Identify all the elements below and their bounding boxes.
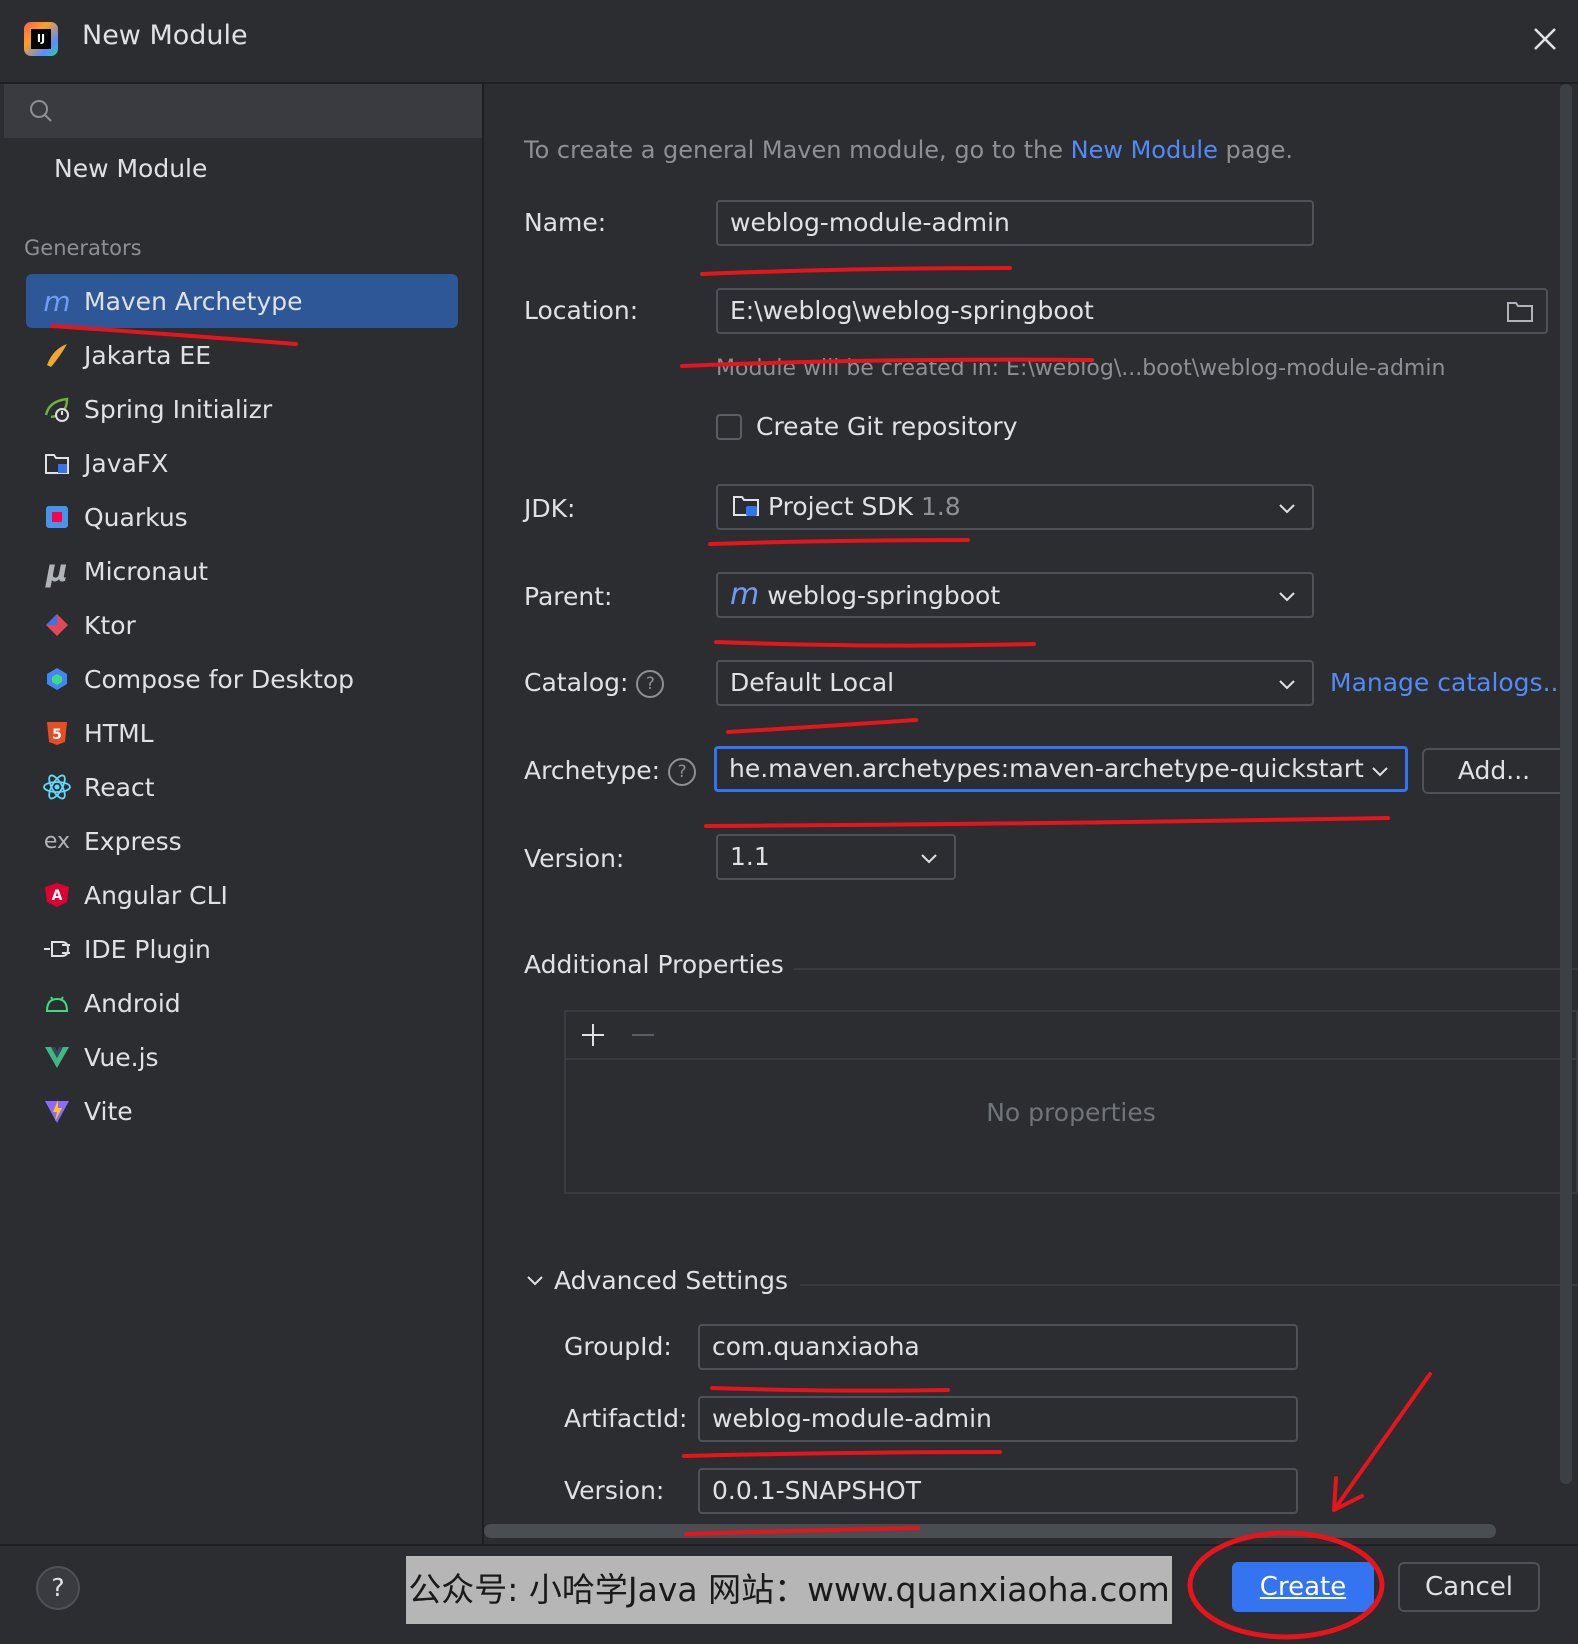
- sidebar-item-html[interactable]: 5 HTML: [26, 706, 458, 760]
- android-icon: [42, 988, 72, 1018]
- search-icon: [30, 100, 52, 122]
- module-form: To create a general Maven module, go to …: [484, 84, 1578, 1544]
- sidebar-item-javafx[interactable]: JavaFX: [26, 436, 458, 490]
- artifactid-field[interactable]: weblog-module-admin: [698, 1396, 1298, 1442]
- chevron-down-icon: [1279, 680, 1295, 690]
- artifactid-label: ArtifactId:: [564, 1404, 688, 1433]
- create-git-label: Create Git repository: [756, 412, 1018, 441]
- folder-icon[interactable]: [1506, 300, 1534, 324]
- sidebar-item-vuejs[interactable]: Vue.js: [26, 1030, 458, 1084]
- sidebar-item-spring-initializr[interactable]: Spring Initializr: [26, 382, 458, 436]
- generators-heading: Generators: [24, 236, 142, 260]
- archetype-label: Archetype:?: [524, 756, 697, 786]
- groupid-field[interactable]: com.quanxiaoha: [698, 1324, 1298, 1370]
- create-button[interactable]: Create: [1232, 1562, 1374, 1612]
- adv-version-field[interactable]: 0.0.1-SNAPSHOT: [698, 1468, 1298, 1514]
- jdk-label: JDK:: [524, 494, 576, 523]
- express-icon: ex: [43, 828, 71, 854]
- sidebar: New Module Generators m Maven Archetype J…: [0, 84, 484, 1544]
- groupid-label: GroupId:: [564, 1332, 672, 1361]
- jdk-select[interactable]: Project SDK 1.8: [716, 484, 1314, 530]
- sidebar-item-quarkus[interactable]: Quarkus: [26, 490, 458, 544]
- sidebar-item-android[interactable]: Android: [26, 976, 458, 1030]
- plugin-icon: [42, 934, 72, 964]
- svg-text:A: A: [52, 888, 63, 904]
- cancel-button[interactable]: Cancel: [1398, 1562, 1540, 1612]
- window-title: New Module: [82, 20, 248, 51]
- maven-hint: To create a general Maven module, go to …: [524, 136, 1294, 164]
- section-divider: [794, 968, 1578, 970]
- catalog-label: Catalog:?: [524, 668, 665, 698]
- ktor-icon: [42, 610, 72, 640]
- micronaut-icon: μ: [45, 553, 69, 589]
- name-label: Name:: [524, 208, 607, 237]
- create-git-checkbox[interactable]: [716, 414, 742, 440]
- jakarta-icon: [42, 340, 72, 370]
- chevron-down-icon: [1279, 504, 1295, 514]
- properties-toolbar: [566, 1012, 1576, 1060]
- sidebar-item-ide-plugin[interactable]: IDE Plugin: [26, 922, 458, 976]
- chevron-down-icon: [1279, 592, 1295, 602]
- sidebar-item-angular-cli[interactable]: A Angular CLI: [26, 868, 458, 922]
- version-select[interactable]: 1.1: [716, 834, 956, 880]
- maven-icon: m: [43, 284, 71, 318]
- sidebar-item-micronaut[interactable]: μ Micronaut: [26, 544, 458, 598]
- no-properties-text: No properties: [986, 1098, 1156, 1127]
- chevron-down-icon: [527, 1276, 543, 1286]
- sidebar-item-jakarta-ee[interactable]: Jakarta EE: [26, 328, 458, 382]
- location-field[interactable]: E:\weblog\weblog-springboot: [716, 288, 1548, 334]
- compose-icon: [42, 664, 72, 694]
- react-icon: [42, 772, 72, 802]
- search-input[interactable]: [4, 84, 482, 138]
- section-divider: [800, 1284, 1578, 1286]
- help-button[interactable]: ?: [36, 1566, 80, 1610]
- remove-icon[interactable]: [630, 1022, 656, 1048]
- new-module-link[interactable]: New Module: [1071, 136, 1218, 164]
- vertical-scrollbar[interactable]: [1560, 84, 1572, 1484]
- location-label: Location:: [524, 296, 639, 325]
- horizontal-scrollbar[interactable]: [484, 1524, 1496, 1538]
- generators-list: m Maven Archetype Jakarta EE Spring Initi…: [26, 274, 458, 1138]
- add-archetype-button[interactable]: Add...: [1422, 748, 1566, 794]
- chevron-down-icon: [921, 854, 937, 864]
- adv-version-label: Version:: [564, 1476, 665, 1505]
- parent-label: Parent:: [524, 582, 613, 611]
- properties-table: No properties: [564, 1010, 1578, 1194]
- chevron-down-icon: [1372, 767, 1388, 777]
- name-field[interactable]: weblog-module-admin: [716, 200, 1314, 246]
- watermark: 公众号: 小哈学Java 网站：www.quanxiaoha.com: [406, 1556, 1172, 1624]
- additional-properties-heading: Additional Properties: [524, 950, 784, 979]
- vite-icon: [42, 1096, 72, 1126]
- advanced-settings-toggle[interactable]: Advanced Settings: [524, 1266, 788, 1295]
- sdk-folder-icon: [733, 496, 759, 516]
- dialog-footer: ? 公众号: 小哈学Java 网站：www.quanxiaoha.com Cre…: [0, 1544, 1578, 1644]
- vue-icon: [42, 1042, 72, 1072]
- javafx-icon: [42, 448, 72, 478]
- sidebar-item-react[interactable]: React: [26, 760, 458, 814]
- manage-catalogs-link[interactable]: Manage catalogs...: [1330, 668, 1566, 697]
- version-label: Version:: [524, 844, 625, 873]
- sidebar-item-express[interactable]: ex Express: [26, 814, 458, 868]
- archetype-select[interactable]: he.maven.archetypes:maven-archetype-quic…: [714, 746, 1408, 792]
- spring-icon: [42, 394, 72, 424]
- angular-icon: A: [42, 880, 72, 910]
- add-icon[interactable]: [580, 1022, 606, 1048]
- close-icon[interactable]: [1528, 22, 1562, 56]
- sidebar-item-vite[interactable]: Vite: [26, 1084, 458, 1138]
- sidebar-item-maven-archetype[interactable]: m Maven Archetype: [26, 274, 458, 328]
- help-icon[interactable]: ?: [668, 758, 697, 786]
- svg-text:5: 5: [52, 727, 62, 743]
- sidebar-item-compose-desktop[interactable]: Compose for Desktop: [26, 652, 458, 706]
- help-icon[interactable]: ?: [636, 670, 665, 698]
- parent-select[interactable]: m weblog-springboot: [716, 572, 1314, 618]
- location-note: Module will be created in: E:\weblog\...…: [716, 356, 1446, 381]
- catalog-select[interactable]: Default Local: [716, 660, 1314, 706]
- sidebar-item-ktor[interactable]: Ktor: [26, 598, 458, 652]
- title-bar: IJ New Module: [0, 0, 1578, 84]
- html5-icon: 5: [42, 718, 72, 748]
- maven-icon: m: [730, 577, 760, 612]
- sidebar-item-new-module[interactable]: New Module: [54, 154, 207, 183]
- quarkus-icon: [42, 502, 72, 532]
- intellij-logo-icon: IJ: [24, 22, 58, 56]
